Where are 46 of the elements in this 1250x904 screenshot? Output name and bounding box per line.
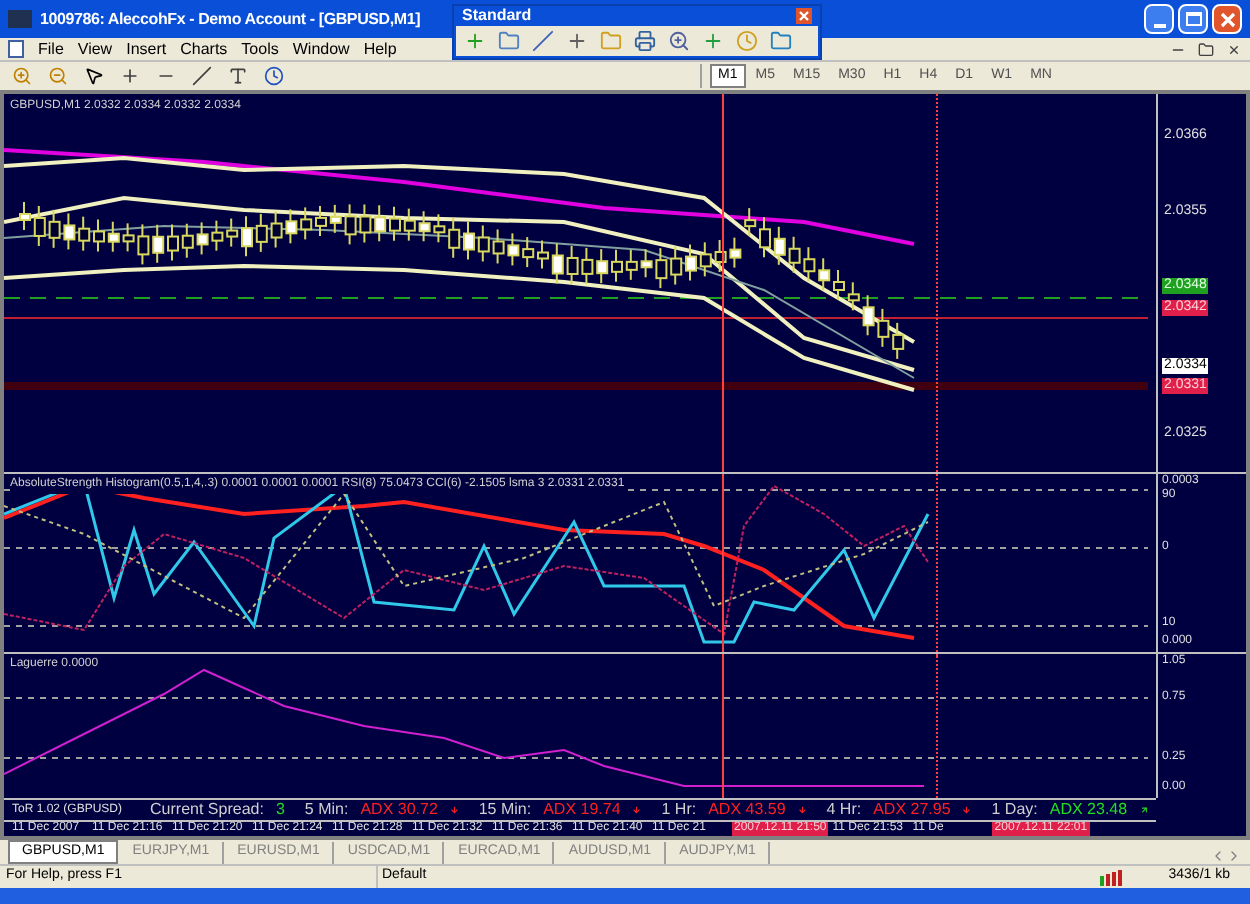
toolbar-title: Standard <box>462 8 532 24</box>
timeframe-label: 1 Hr: <box>661 798 697 822</box>
toolbar-icon[interactable] <box>702 30 724 52</box>
adx-value: ADX 30.72 <box>360 798 438 822</box>
menu-item[interactable]: File <box>38 41 64 57</box>
zoom-in-icon[interactable] <box>12 66 32 86</box>
adx-value: ADX 19.74 <box>543 798 621 822</box>
timeframe-label: 5 Min: <box>304 798 349 822</box>
menu-item[interactable]: View <box>77 41 113 57</box>
menu-item[interactable]: Help <box>363 41 397 57</box>
menu-item[interactable]: Insert <box>126 41 167 57</box>
adx-value: ADX 43.59 <box>708 798 786 822</box>
timeframe-label: 1 Day: <box>991 798 1038 822</box>
spread-value: 3 <box>275 798 285 822</box>
toolbar-icon[interactable] <box>770 30 792 52</box>
scroll-left-icon[interactable] <box>1210 848 1226 864</box>
clock-icon[interactable] <box>264 66 284 86</box>
document-icon <box>8 40 24 58</box>
scroll-right-icon[interactable] <box>1226 848 1242 864</box>
cursor-icon[interactable] <box>84 66 104 86</box>
toolbar-icon[interactable] <box>532 30 554 52</box>
maximize-button[interactable] <box>1178 4 1208 34</box>
toolbar-icon[interactable] <box>498 30 520 52</box>
timeframe-label: 15 Min: <box>478 798 532 822</box>
zoom-out-icon[interactable] <box>48 66 68 86</box>
menu-item[interactable]: Window <box>292 41 350 57</box>
menu-item[interactable]: Tools <box>241 41 279 57</box>
close-icon <box>1219 11 1235 27</box>
toolbar-icon[interactable] <box>464 30 486 52</box>
toolbar-icon[interactable] <box>634 30 656 52</box>
adx-value: ADX 27.95 <box>873 798 951 822</box>
close-icon <box>798 10 810 22</box>
window-title: 1009786: AleccohFx - Demo Account - [GBPUSD,M1] <box>40 7 421 31</box>
text-tool-icon[interactable] <box>228 66 248 86</box>
close-button[interactable] <box>796 8 812 24</box>
trendline-icon[interactable] <box>192 66 212 86</box>
close-button[interactable] <box>1212 4 1242 34</box>
minimize-button[interactable] <box>1144 4 1174 34</box>
menu-item[interactable]: Charts <box>180 41 228 57</box>
spread-label: Current Spread: <box>150 798 264 822</box>
adx-value: ADX 23.48 <box>1049 798 1128 822</box>
app-icon <box>8 10 32 28</box>
toolbar-icon[interactable] <box>668 30 690 52</box>
timeframe-label: 4 Hr: <box>826 798 862 822</box>
toolbar-icon[interactable] <box>566 30 588 52</box>
crosshair-icon[interactable] <box>120 66 140 86</box>
